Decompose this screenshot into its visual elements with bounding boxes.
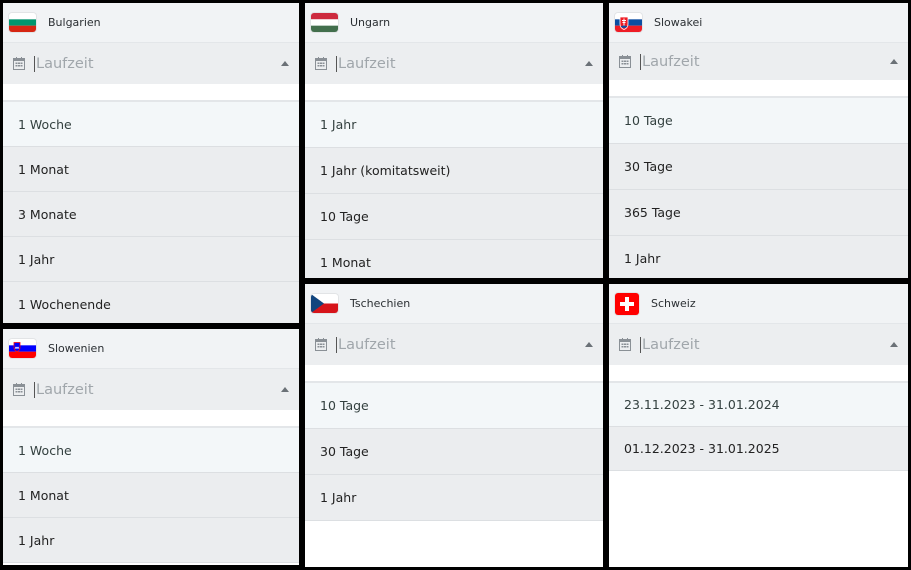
country-header: Slowakei	[609, 3, 908, 43]
option-item[interactable]: 1 Jahr	[305, 475, 603, 521]
panel-bulgaria: Bulgarien Laufzeit 1 Woche 1 Monat 3 Mon…	[3, 3, 299, 323]
option-item[interactable]: 1 Jahr	[3, 237, 299, 282]
country-header: Ungarn	[305, 3, 603, 43]
option-item[interactable]: 1 Jahr	[609, 236, 908, 278]
duration-placeholder: Laufzeit	[336, 55, 396, 72]
duration-select[interactable]: Laufzeit	[305, 43, 603, 84]
option-item[interactable]: 1 Monat	[3, 147, 299, 192]
hungary-flag-icon	[311, 13, 338, 32]
duration-select[interactable]: Laufzeit	[305, 324, 603, 365]
caret-up-icon[interactable]	[890, 341, 898, 347]
duration-options: 1 Jahr 1 Jahr (komitatsweit) 10 Tage 1 M…	[305, 100, 603, 278]
option-item[interactable]: 1 Monat	[3, 473, 299, 518]
country-name: Slowakei	[654, 16, 703, 29]
option-item[interactable]: 30 Tage	[609, 144, 908, 190]
option-item[interactable]: 10 Tage	[305, 383, 603, 429]
switzerland-flag-icon	[615, 292, 639, 315]
country-header: Bulgarien	[3, 3, 299, 43]
option-item[interactable]: 10 Tage	[305, 194, 603, 240]
option-item[interactable]: 10 Tage	[609, 98, 908, 144]
calendar-icon	[13, 57, 25, 70]
duration-placeholder: Laufzeit	[336, 336, 396, 353]
calendar-icon	[619, 55, 631, 68]
duration-select[interactable]: Laufzeit	[609, 43, 908, 80]
country-name: Bulgarien	[48, 16, 101, 29]
option-item[interactable]: 1 Woche	[3, 428, 299, 473]
option-item[interactable]: 23.11.2023 - 31.01.2024	[609, 383, 908, 427]
option-item[interactable]: 1 Wochenende	[3, 282, 299, 323]
option-item[interactable]: 01.12.2023 - 31.01.2025	[609, 427, 908, 471]
duration-options: 10 Tage 30 Tage 365 Tage 1 Jahr	[609, 96, 908, 278]
country-header: Schweiz	[609, 284, 908, 324]
country-name: Ungarn	[350, 16, 391, 29]
panel-hungary: Ungarn Laufzeit 1 Jahr 1 Jahr (komitatsw…	[305, 3, 603, 278]
duration-select[interactable]: Laufzeit	[3, 43, 299, 84]
option-item[interactable]: 365 Tage	[609, 190, 908, 236]
panel-czechia: Tschechien Laufzeit 10 Tage 30 Tage 1 Ja…	[305, 284, 603, 567]
caret-up-icon[interactable]	[585, 60, 593, 66]
duration-select[interactable]: Laufzeit	[609, 324, 908, 365]
duration-placeholder: Laufzeit	[34, 381, 94, 398]
option-item[interactable]: 1 Monat	[305, 240, 603, 278]
duration-placeholder: Laufzeit	[34, 55, 94, 72]
duration-options: 1 Woche 1 Monat 3 Monate 1 Jahr 1 Wochen…	[3, 100, 299, 323]
calendar-icon	[619, 338, 631, 351]
country-header: Slowenien	[3, 329, 299, 369]
calendar-icon	[315, 57, 327, 70]
bulgaria-flag-icon	[9, 13, 36, 32]
caret-up-icon[interactable]	[281, 60, 289, 66]
caret-up-icon[interactable]	[281, 386, 289, 392]
option-item[interactable]: 1 Jahr	[305, 102, 603, 148]
country-name: Tschechien	[350, 297, 411, 310]
calendar-icon	[13, 383, 25, 396]
option-item[interactable]: 1 Woche	[3, 102, 299, 147]
option-item[interactable]: 1 Jahr	[3, 518, 299, 563]
duration-select[interactable]: Laufzeit	[3, 369, 299, 410]
duration-options: 23.11.2023 - 31.01.2024 01.12.2023 - 31.…	[609, 381, 908, 471]
slovenia-flag-icon	[9, 339, 36, 358]
caret-up-icon[interactable]	[585, 341, 593, 347]
duration-options: 10 Tage 30 Tage 1 Jahr	[305, 381, 603, 521]
panel-switzerland: Schweiz Laufzeit 23.11.2023 - 31.01.2024…	[609, 284, 908, 567]
slovakia-flag-icon	[615, 13, 642, 32]
option-item[interactable]: 1 Jahr (komitatsweit)	[305, 148, 603, 194]
czech-flag-icon	[311, 294, 338, 313]
country-header: Tschechien	[305, 284, 603, 324]
duration-placeholder: Laufzeit	[640, 336, 700, 353]
panel-slovenia: Slowenien Laufzeit 1 Woche 1 Monat 1 Jah…	[3, 329, 299, 565]
country-name: Schweiz	[651, 297, 696, 310]
panel-slovakia: Slowakei Laufzeit 10 Tage 30 Tage 365 Ta…	[609, 3, 908, 278]
duration-placeholder: Laufzeit	[640, 53, 700, 70]
option-item[interactable]: 3 Monate	[3, 192, 299, 237]
caret-up-icon[interactable]	[890, 58, 898, 64]
option-item[interactable]: 30 Tage	[305, 429, 603, 475]
duration-options: 1 Woche 1 Monat 1 Jahr	[3, 426, 299, 563]
country-name: Slowenien	[48, 342, 105, 355]
calendar-icon	[315, 338, 327, 351]
